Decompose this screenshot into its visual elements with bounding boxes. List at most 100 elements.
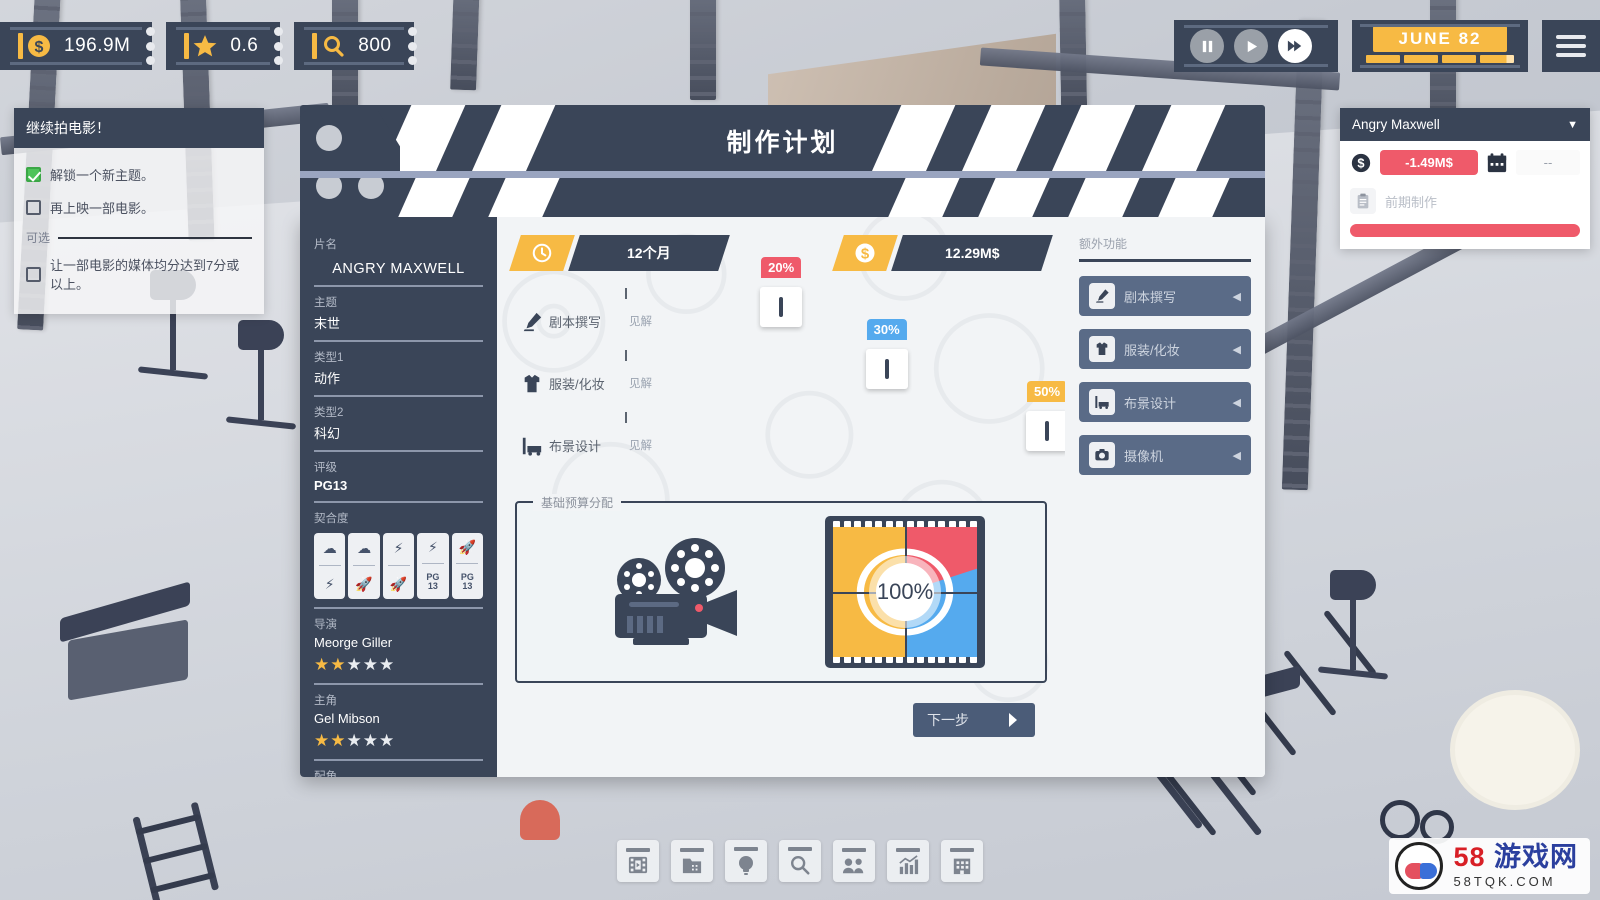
production-stage: 前期制作 — [1385, 194, 1438, 210]
production-balance: -1.49M$ — [1380, 150, 1478, 175]
field-label: 契合度 — [314, 513, 349, 525]
film-field-director[interactable]: 导演 Meorge Giller ★★★★★ — [314, 609, 483, 685]
folder-icon — [681, 855, 703, 875]
staff-button[interactable] — [833, 840, 875, 882]
production-progress-bar — [1350, 224, 1580, 237]
extras-item-camera[interactable]: 摄像机 ◀ — [1079, 435, 1251, 475]
slider-handle-set[interactable]: 50% — [1026, 381, 1065, 451]
stats-button[interactable] — [887, 840, 929, 882]
chevron-down-icon[interactable]: ▼ — [1567, 119, 1578, 131]
building-icon — [951, 855, 973, 875]
slider-row-set: 布景设计 见解 50% — [515, 381, 1065, 479]
scifi-icon: 🚀 — [389, 575, 408, 592]
research-button[interactable] — [779, 840, 821, 882]
archive-button[interactable] — [671, 840, 713, 882]
pie-center-label: 100% — [876, 563, 934, 621]
clipboard-icon — [1350, 188, 1376, 214]
field-label: 片名 — [314, 239, 337, 251]
budget-sliders: 剧本撰写 见解 20% 服装/化妆 见解 30% 布景设计 见解 50% — [515, 257, 1065, 479]
production-card-header[interactable]: Angry Maxwell ▼ — [1340, 108, 1590, 141]
slider-label: 服装/化妆 — [549, 377, 605, 392]
svg-text:$: $ — [35, 39, 44, 56]
chevron-left-icon[interactable]: ◀ — [1233, 449, 1241, 462]
svg-text:$: $ — [1357, 155, 1364, 170]
quest-item[interactable]: 再上映一部电影。 — [26, 191, 252, 224]
next-step-button[interactable]: 下一步 — [913, 703, 1035, 737]
slider-sub-label: 见解 — [629, 440, 652, 452]
play-button[interactable] — [1234, 29, 1268, 63]
chevron-right-icon — [1005, 712, 1021, 728]
slider-label: 剧本撰写 — [549, 315, 602, 330]
compat-chip[interactable]: ☁ 🚀 — [348, 533, 380, 599]
checkbox-checked-icon[interactable] — [26, 167, 41, 182]
extras-item-label: 服装/化妆 — [1124, 342, 1180, 358]
gamepad-icon — [1395, 842, 1444, 890]
extras-item-costume[interactable]: 服装/化妆 ◀ — [1079, 329, 1251, 369]
site-watermark: 58 游戏网 58TQK.COM — [1389, 838, 1590, 894]
field-label: 主角 — [314, 695, 337, 707]
compat-chip[interactable]: ⚡ PG 13 — [417, 533, 449, 599]
ideas-button[interactable] — [725, 840, 767, 882]
compat-chip[interactable]: ☁ ⚡ — [314, 533, 346, 599]
stat-research[interactable]: 800 — [294, 22, 417, 70]
director-rating: ★★★★★ — [314, 655, 396, 674]
extras-item-label: 布景设计 — [1124, 395, 1177, 411]
checkbox-icon[interactable] — [26, 200, 41, 215]
chevron-left-icon[interactable]: ◀ — [1233, 290, 1241, 303]
budget-pie-chart: 100% — [825, 516, 985, 668]
research-icon — [312, 33, 346, 59]
chevron-left-icon[interactable]: ◀ — [1233, 396, 1241, 409]
quest-optional-item[interactable]: 让一部电影的媒体均分达到7分或以上。 — [26, 248, 252, 300]
film-icon — [627, 855, 649, 875]
costume-icon — [515, 355, 549, 395]
film-field-support[interactable]: 配角 — [314, 761, 483, 777]
slider-row-script: 剧本撰写 见解 20% — [515, 257, 1047, 355]
studio-button[interactable] — [941, 840, 983, 882]
film-field-title: 片名 ANGRY MAXWELL — [314, 229, 483, 287]
checkbox-icon[interactable] — [26, 266, 41, 282]
slider-value: 30% — [866, 319, 907, 340]
quest-title: 继续拍电影！ — [14, 108, 264, 148]
stat-fame[interactable]: 0.6 — [166, 22, 284, 70]
calendar-icon — [1486, 152, 1508, 174]
action-icon: ⚡ — [393, 540, 404, 557]
chevron-left-icon[interactable]: ◀ — [1233, 343, 1241, 356]
chart-icon — [897, 854, 919, 875]
stat-money-value: 196.9M — [64, 35, 131, 56]
main-menu-button[interactable] — [1542, 20, 1600, 72]
stat-fame-value: 0.6 — [230, 35, 259, 56]
quest-item[interactable]: 解锁一个新主题。 — [26, 158, 252, 191]
quest-item-label: 解锁一个新主题。 — [50, 168, 155, 183]
field-value: 科幻 — [314, 426, 341, 441]
field-label: 主题 — [314, 297, 337, 309]
compat-chip[interactable]: 🚀 PG 13 — [451, 533, 484, 599]
field-value: 动作 — [314, 371, 341, 386]
magnifier-icon — [789, 854, 811, 876]
film-field-genre2: 类型2 科幻 — [314, 397, 483, 452]
film-field-theme: 主题 末世 — [314, 287, 483, 342]
slider-handle-costume[interactable]: 30% — [865, 319, 908, 389]
budget-value: 12.29M$ — [944, 245, 1000, 261]
compat-chip[interactable]: ⚡ 🚀 — [382, 533, 415, 599]
slider-handle-script[interactable]: 20% — [760, 257, 803, 327]
time-badge: 12个月 — [509, 235, 730, 271]
lead-actor-rating: ★★★★★ — [314, 731, 396, 750]
budget-badge: $ 12.29M$ — [832, 235, 1053, 271]
films-button[interactable] — [617, 840, 659, 882]
film-field-lead-actor[interactable]: 主角 Gel Mibson ★★★★★ — [314, 685, 483, 761]
slider-label: 布景设计 — [549, 439, 602, 454]
date-display[interactable]: JUNE 82 — [1352, 20, 1528, 72]
extras-item-set[interactable]: 布景设计 ◀ — [1079, 382, 1251, 422]
current-date: JUNE 82 — [1372, 26, 1508, 52]
pause-button[interactable] — [1190, 29, 1224, 63]
extras-item-script[interactable]: 剧本撰写 ◀ — [1079, 276, 1251, 316]
field-value: 末世 — [314, 316, 341, 331]
stat-money[interactable]: $ 196.9M — [0, 22, 156, 70]
film-info-panel: 片名 ANGRY MAXWELL 主题 末世 类型1 动作 类型2 科幻 评级 … — [300, 217, 497, 777]
stat-research-value: 800 — [358, 35, 392, 56]
fast-forward-button[interactable] — [1278, 29, 1312, 63]
slider-row-costume: 服装/化妆 见解 30% — [515, 319, 1047, 417]
director-name: Meorge Giller — [314, 635, 393, 650]
slider-value: 50% — [1026, 381, 1065, 402]
bulb-icon — [736, 854, 756, 876]
